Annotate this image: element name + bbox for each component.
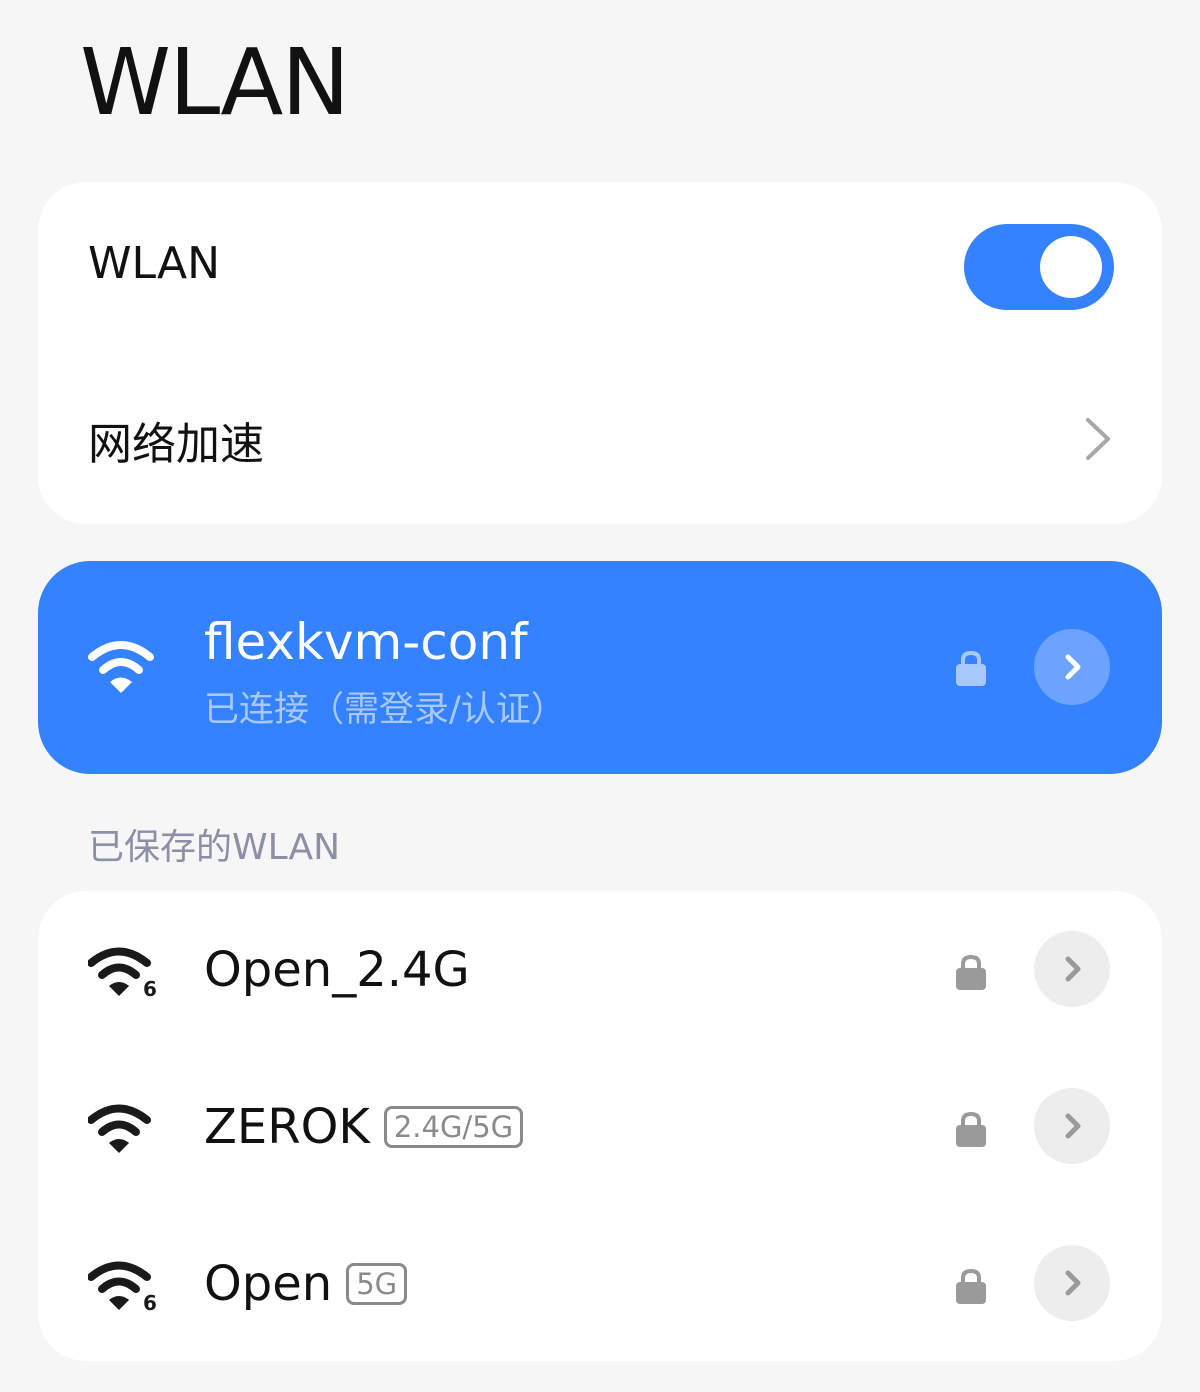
- connected-status: 已连接（需登录/认证）: [204, 690, 566, 730]
- connected-ssid: flexkvm-conf: [204, 613, 528, 671]
- network-acceleration-label: 网络加速: [88, 419, 264, 470]
- toggle-knob: [1040, 236, 1102, 298]
- page-title: WLAN: [80, 29, 350, 136]
- network-details-button[interactable]: [1034, 1245, 1110, 1321]
- saved-network-row[interactable]: 6 Open_2.4G: [38, 891, 1162, 1047]
- network-ssid: ZEROK: [204, 1099, 370, 1155]
- lock-icon: [956, 1111, 986, 1147]
- svg-text:6: 6: [143, 977, 157, 998]
- lock-icon: [956, 954, 986, 990]
- chevron-right-icon: [1065, 654, 1081, 680]
- lock-icon: [956, 650, 986, 686]
- chevron-right-icon: [1065, 1270, 1081, 1296]
- chevron-right-icon: [1086, 418, 1110, 460]
- band-badge: 2.4G/5G: [383, 1106, 524, 1148]
- wlan-toggle-label: WLAN: [88, 238, 221, 289]
- saved-network-row[interactable]: ZEROK 2.4G/5G: [38, 1048, 1162, 1204]
- wifi6-icon: 6: [88, 1261, 157, 1312]
- wifi-icon: [88, 641, 154, 693]
- network-details-button[interactable]: [1034, 931, 1110, 1007]
- connected-network-card[interactable]: flexkvm-conf 已连接（需登录/认证）: [38, 561, 1162, 774]
- saved-network-row[interactable]: 6 Open 5G: [38, 1205, 1162, 1361]
- chevron-right-icon: [1065, 956, 1081, 982]
- connected-details-button[interactable]: [1034, 629, 1110, 705]
- band-badge: 5G: [346, 1263, 408, 1305]
- network-ssid: Open: [204, 1256, 333, 1312]
- wifi6-icon: 6: [88, 947, 157, 998]
- lock-icon: [956, 1268, 986, 1304]
- network-details-button[interactable]: [1034, 1088, 1110, 1164]
- saved-networks-card: 6 Open_2.4G ZEROK 2.4G/5G 6 Open 5G: [38, 891, 1162, 1361]
- wifi-icon: [88, 1104, 151, 1153]
- svg-text:6: 6: [143, 1291, 157, 1312]
- network-ssid: Open_2.4G: [204, 942, 470, 998]
- wlan-toggle[interactable]: [964, 224, 1114, 310]
- network-acceleration-row[interactable]: 网络加速: [38, 352, 1162, 524]
- saved-networks-header: 已保存的WLAN: [88, 827, 341, 868]
- settings-card: WLAN 网络加速: [38, 182, 1162, 524]
- chevron-right-icon: [1065, 1113, 1081, 1139]
